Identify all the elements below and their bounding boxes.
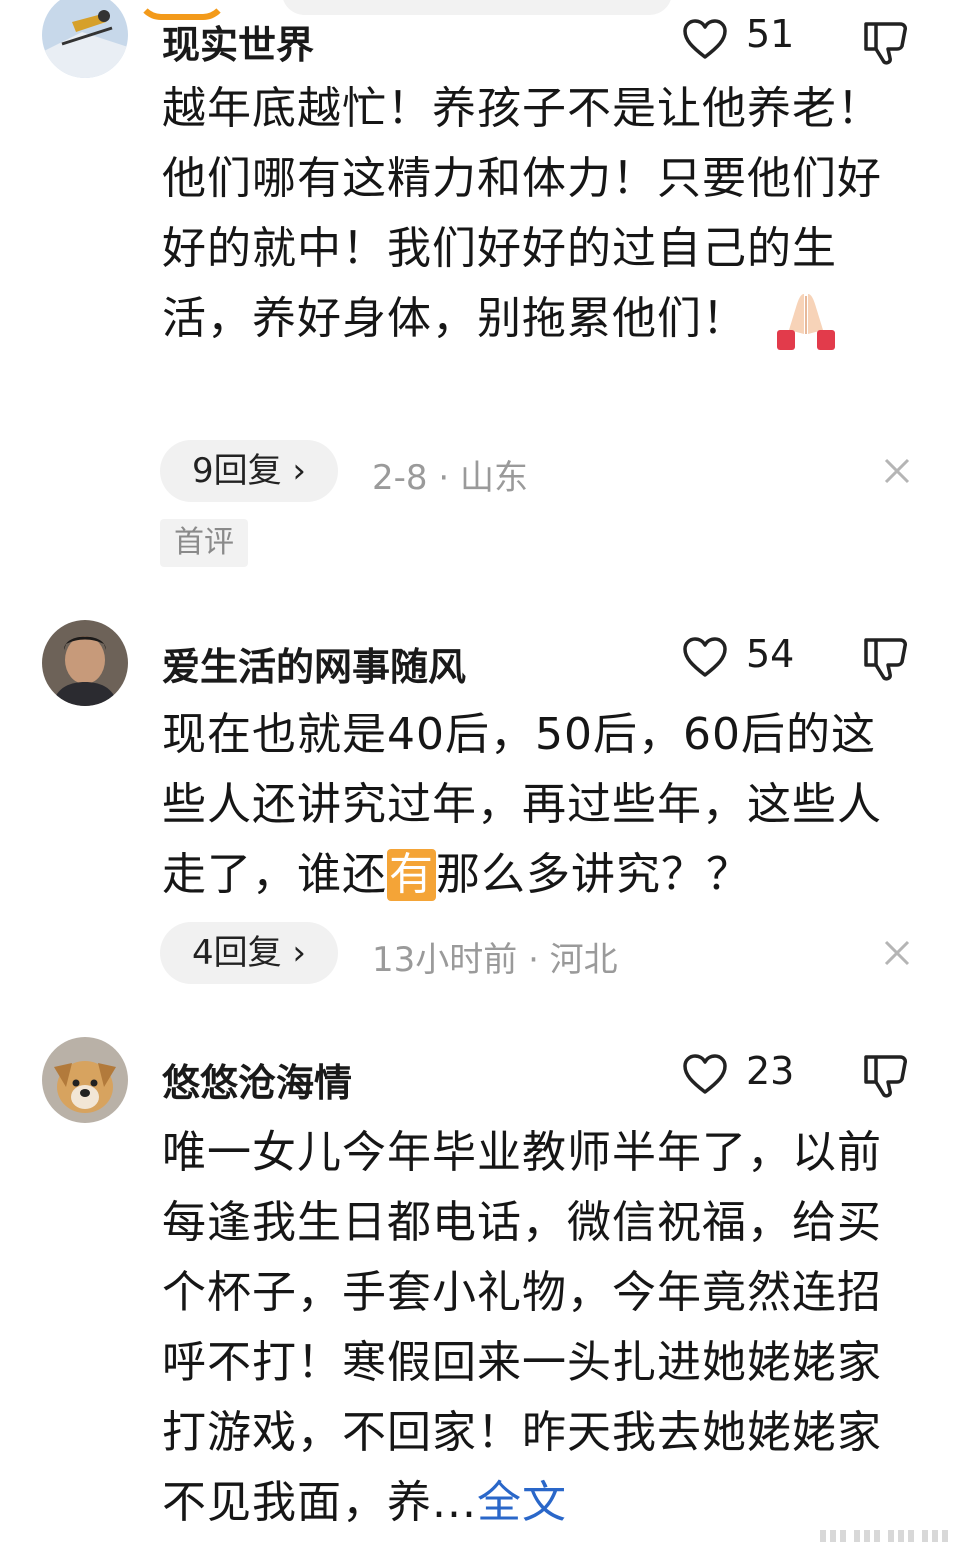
username[interactable]: 悠悠沧海情 [162,1052,352,1107]
comment-meta: 2-8 · 山东 [372,458,528,498]
comment-text: 唯一女儿今年毕业教师半年了，以前每逢我生日都电话，微信祝福，给买个杯子，手套小礼… [162,1127,882,1528]
comment-meta: 13小时前 · 河北 [372,940,618,980]
avatar[interactable] [42,1037,128,1123]
reply-count-button[interactable]: 4回复 › [160,922,338,984]
folded-hands-emoji-icon [777,294,835,350]
comment-body: 现在也就是40后，50后，60后的这些人还讲究过年，再过些年，这些人走了，谁还有… [162,700,902,910]
close-icon[interactable] [882,456,912,486]
heart-icon[interactable] [682,1053,728,1095]
top-input-pill[interactable] [282,0,672,15]
username[interactable]: 爱生活的网事随风 [162,636,466,691]
comment-text-part: 那么多讲究？？ [436,849,751,900]
full-text-link[interactable]: 全文 [477,1477,567,1528]
watermark-dots [820,1530,948,1542]
heart-icon[interactable] [682,18,728,60]
like-count: 51 [746,12,795,56]
comment-body: 越年底越忙！养孩子不是让他养老！他们哪有这精力和体力！只要他们好好的就中！我们好… [162,74,902,354]
top-partial-bar [0,0,960,20]
dislike-icon[interactable] [862,20,910,66]
dislike-icon[interactable] [862,636,910,682]
reply-count-button[interactable]: 9回复 › [160,440,338,502]
avatar[interactable] [42,0,128,78]
heart-icon[interactable] [682,636,728,678]
like-count: 23 [746,1049,795,1093]
avatar[interactable] [42,620,128,706]
first-comment-badge: 首评 [160,519,248,567]
username[interactable]: 现实世界 [162,14,314,69]
highlight-word[interactable]: 有 [387,849,436,901]
dislike-icon[interactable] [862,1053,910,1099]
comment-body: 唯一女儿今年毕业教师半年了，以前每逢我生日都电话，微信祝福，给买个杯子，手套小礼… [162,1118,902,1538]
like-count: 54 [746,632,795,676]
close-icon[interactable] [882,938,912,968]
